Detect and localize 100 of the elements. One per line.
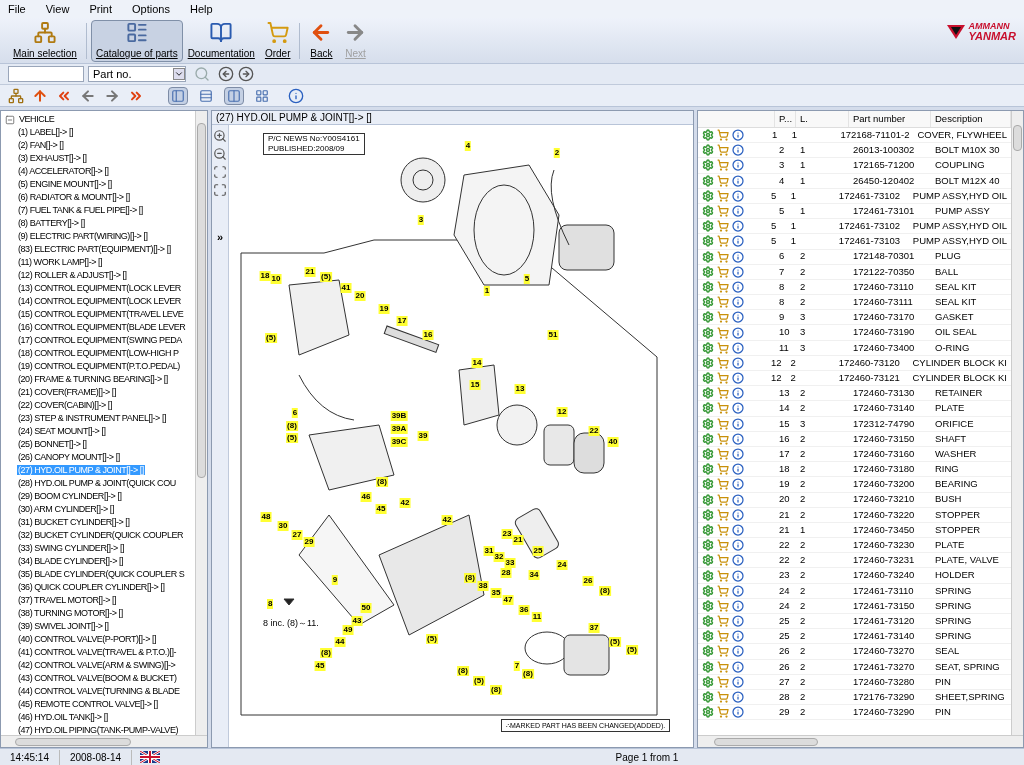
tree-item[interactable]: (14) CONTROL EQUIPMENT(LOCK LEVER [17,296,182,306]
callout-label[interactable]: 31 [483,546,495,556]
menu-item[interactable]: File [8,0,26,18]
cart-icon[interactable] [717,493,729,506]
tree-item[interactable]: (30) ARM CYLINDER[]-> [] [17,504,115,514]
panel-toggle[interactable]: » [216,229,224,246]
info-icon[interactable] [732,372,744,385]
tree-item[interactable]: (43) CONTROL VALVE(BOOM & BUCKET) [17,673,178,683]
info-icon[interactable] [732,493,744,506]
fit-page-icon[interactable] [213,183,227,197]
tree-item[interactable]: (44) CONTROL VALVE(TURNING & BLADE [17,686,181,696]
info-icon[interactable] [732,645,744,658]
tree-item[interactable]: (9) ELECTRIC PART(WIRING)[]-> [] [17,231,149,241]
cart-icon[interactable] [717,645,729,658]
cart-icon[interactable] [717,189,729,202]
tree-item[interactable]: (32) BUCKET CYLINDER(QUICK COUPLER [17,530,185,540]
info-icon[interactable] [732,523,744,536]
gear-icon[interactable] [702,129,714,142]
info-icon[interactable] [732,539,744,552]
info-icon[interactable] [732,296,744,309]
view-toggle[interactable] [224,86,244,105]
gear-icon[interactable] [702,311,714,324]
column-header[interactable]: L. [796,111,849,127]
callout-label[interactable]: (8) [457,666,469,676]
cart-icon[interactable] [717,569,729,582]
info-icon[interactable] [732,432,744,445]
info-icon[interactable] [732,706,744,719]
tree-item[interactable]: (4) ACCELERATOR[]-> [] [17,166,110,176]
gear-icon[interactable] [702,174,714,187]
callout-label[interactable]: 6 [291,408,299,418]
gear-icon[interactable] [702,630,714,643]
callout-label[interactable]: 39 [417,431,429,441]
callout-label[interactable]: 22 [588,426,600,436]
view-toggle[interactable] [168,86,188,105]
callout-label[interactable]: 24 [556,560,568,570]
tree-item[interactable]: (20) FRAME & TURNING BEARING[]-> [] [17,374,169,384]
callout-label[interactable]: 45 [375,504,387,514]
gear-icon[interactable] [702,554,714,567]
callout-label[interactable]: 23 [501,529,513,539]
callout-label[interactable]: 10 [270,274,282,284]
tree-item[interactable]: (6) RADIATOR & MOUNT[]-> [] [17,192,131,202]
gear-icon[interactable] [702,432,714,445]
search-icon[interactable] [194,66,210,82]
tree-item[interactable]: (12) ROLLER & ADJUST[]-> [] [17,270,128,280]
tree-icon[interactable] [8,87,24,104]
info-icon[interactable] [732,326,744,339]
gear-icon[interactable] [702,189,714,202]
callout-label[interactable]: (5) [626,645,638,655]
cart-icon[interactable] [717,265,729,278]
tree-item[interactable]: (45) REMOTE CONTROL VALVE[]-> [] [17,699,159,709]
callout-label[interactable]: 47 [502,595,514,605]
zoom-out-icon[interactable] [213,147,227,161]
gear-icon[interactable] [702,341,714,354]
callout-label[interactable]: 42 [441,515,453,525]
info-icon[interactable] [732,265,744,278]
info-icon[interactable] [732,630,744,643]
cart-icon[interactable] [717,402,729,415]
cart-icon[interactable] [717,129,729,142]
info-icon[interactable] [732,615,744,628]
callout-label[interactable]: (5) [426,634,438,644]
cart-icon[interactable] [717,660,729,673]
callout-label[interactable]: 26 [582,576,594,586]
gear-icon[interactable] [702,235,714,248]
tree-item[interactable]: (3) EXHAUST[]-> [] [17,153,88,163]
toolbar-button[interactable]: Catalogue of parts [90,19,183,62]
tree-item[interactable]: (7) FUEL TANK & FUEL PIPE[]-> [] [17,205,144,215]
tree-item[interactable]: (18) CONTROL EQUIPMENT(LOW-HIGH P [17,348,180,358]
info-icon[interactable] [732,448,744,461]
tree-item[interactable]: (42) CONTROL VALVE(ARM & SWING)[]-> [17,660,177,670]
callout-label[interactable]: 40 [607,437,619,447]
tree-item[interactable]: (31) BUCKET CYLINDER[]-> [] [17,517,131,527]
gear-icon[interactable] [702,493,714,506]
cart-icon[interactable] [717,417,729,430]
tree-item[interactable]: (11) WORK LAMP[]-> [] [17,257,104,267]
search-input[interactable] [8,66,84,82]
cart-icon[interactable] [717,630,729,643]
cart-icon[interactable] [717,341,729,354]
callout-label[interactable]: 44 [334,637,346,647]
cart-icon[interactable] [717,691,729,704]
callout-label[interactable]: 45 [314,661,326,671]
gear-icon[interactable] [702,523,714,536]
info-icon[interactable] [288,87,304,104]
gear-icon[interactable] [702,417,714,430]
cart-icon[interactable] [717,523,729,536]
gear-icon[interactable] [702,144,714,157]
callout-label[interactable]: 19 [378,304,390,314]
callout-label[interactable]: 21 [304,267,316,277]
cart-icon[interactable] [717,280,729,293]
gear-icon[interactable] [702,326,714,339]
info-icon[interactable] [732,280,744,293]
horizontal-scrollbar[interactable] [1,735,207,747]
vertical-scrollbar[interactable] [195,111,207,735]
callout-label[interactable]: 7 [513,661,521,671]
tree-item[interactable]: (29) BOOM CYLINDER[]-> [] [17,491,123,501]
callout-label[interactable]: (5) [286,433,298,443]
callout-label[interactable]: 15 [469,380,481,390]
callout-label[interactable]: 42 [399,498,411,508]
cart-icon[interactable] [717,159,729,172]
info-icon[interactable] [732,174,744,187]
gear-icon[interactable] [702,372,714,385]
